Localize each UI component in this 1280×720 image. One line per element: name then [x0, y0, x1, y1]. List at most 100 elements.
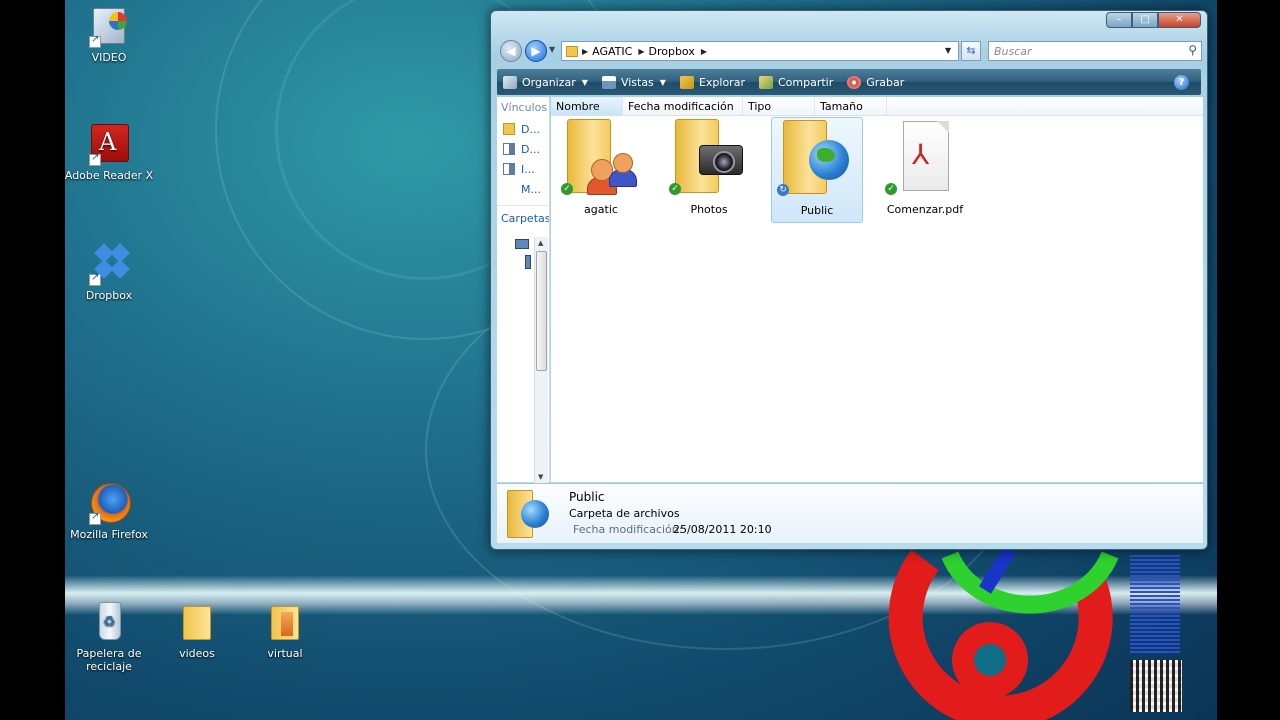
file-item-photos[interactable]: ✓ Photos [663, 117, 755, 216]
details-type: Carpeta de archivos [569, 507, 680, 520]
desktop-icon-dropbox[interactable]: Dropbox [65, 242, 154, 302]
folder-icon [503, 123, 515, 135]
desktop-icon-videos-folder[interactable]: videos [152, 600, 242, 660]
synced-check-icon: ✓ [561, 183, 573, 195]
people-icon [587, 153, 637, 195]
shortcut-arrow-icon [89, 272, 101, 286]
folders-header[interactable]: Carpetas [497, 205, 549, 225]
scroll-up-icon[interactable]: ▲ [538, 239, 543, 247]
file-name: Public [800, 204, 834, 217]
nav-link-desktop[interactable]: D... [497, 139, 549, 159]
column-header-modified[interactable]: Fecha modificación [623, 97, 743, 115]
views-icon [601, 75, 616, 89]
qr-code-graphic [1130, 660, 1182, 712]
maximize-button[interactable]: □ [1132, 12, 1158, 28]
burn-label: Grabar [866, 75, 905, 89]
shortcut-arrow-icon [89, 511, 101, 525]
address-dropdown-icon[interactable]: ▼ [945, 46, 951, 55]
recent-pages-dropdown[interactable]: ▼ [549, 45, 559, 55]
file-item-comenzar-pdf[interactable]: ⅄ ✓ Comenzar.pdf [879, 117, 971, 216]
firefox-icon [87, 481, 131, 525]
explorer-window[interactable]: – □ ✕ ◀ ▶ ▼ ▶ AGATIC ▶ Dropbox ▶ ▼ ⇆ Bus… [490, 10, 1208, 550]
public-folder-icon [507, 488, 551, 540]
search-input[interactable]: Buscar ⚲ [988, 41, 1202, 61]
scrollbar-thumb[interactable] [536, 251, 547, 371]
explore-button[interactable]: Explorar [679, 75, 745, 89]
minimize-button[interactable]: – [1106, 12, 1132, 28]
shortcut-arrow-icon [89, 152, 101, 166]
nav-link-documents[interactable]: D... [497, 119, 549, 139]
network-icon[interactable] [525, 255, 531, 269]
nav-link-music[interactable]: M... [497, 179, 549, 199]
help-icon[interactable]: ? [1174, 75, 1189, 90]
share-icon [758, 75, 773, 89]
breadcrumb-chevron-icon[interactable]: ▶ [638, 47, 644, 56]
column-header-type[interactable]: Tipo [743, 97, 815, 115]
nav-link-images[interactable]: I... [497, 159, 549, 179]
desktop-icon-virtual-folder[interactable]: virtual [240, 600, 330, 660]
computer-icon[interactable] [515, 239, 529, 249]
synced-check-icon: ✓ [885, 183, 897, 195]
file-item-public[interactable]: ↻ Public [771, 117, 863, 223]
file-list[interactable]: Nombre Fecha modificación Tipo Tamaño [551, 97, 1203, 482]
views-button[interactable]: Vistas ▼ [601, 75, 666, 89]
breadcrumb-agatic[interactable]: AGATIC [592, 45, 632, 58]
desktop-icon-label: Mozilla Firefox [70, 528, 148, 541]
photos-folder-icon: ✓ [669, 117, 749, 199]
share-button[interactable]: Compartir [758, 75, 834, 89]
links-header[interactable]: Vínculos [497, 97, 549, 119]
shared-folder-icon: ✓ [561, 117, 641, 199]
video-file-icon [87, 4, 131, 48]
forward-button[interactable]: ▶ [525, 40, 547, 62]
folder-tree [515, 239, 531, 275]
desktop-icon-label: VIDEO [91, 51, 127, 64]
search-icon[interactable]: ⚲ [1188, 43, 1197, 57]
folder-icon [566, 45, 578, 57]
explore-icon [679, 75, 694, 89]
details-name: Public [569, 490, 605, 504]
organize-button[interactable]: Organizar ▼ [503, 75, 588, 89]
document-icon [503, 163, 515, 175]
forward-arrow-icon: ▶ [531, 44, 541, 58]
file-item-agatic[interactable]: ✓ agatic [555, 117, 647, 216]
details-modified-value: 25/08/2011 20:10 [673, 523, 772, 536]
breadcrumb-dropbox[interactable]: Dropbox [648, 45, 694, 58]
burn-button[interactable]: Grabar [847, 75, 905, 89]
desktop-icon-video[interactable]: VIDEO [65, 4, 154, 64]
nav-link-label: D... [521, 122, 540, 136]
desktop-icon-firefox[interactable]: Mozilla Firefox [65, 481, 154, 541]
nav-link-label: I... [521, 162, 535, 176]
views-label: Vistas [620, 75, 654, 89]
explore-label: Explorar [698, 75, 745, 89]
burn-disc-icon [847, 75, 862, 89]
adobe-pdf-icon: ⅄ [912, 138, 930, 171]
file-name: agatic [584, 203, 618, 216]
nav-link-label: D... [521, 142, 540, 156]
breadcrumb-chevron-icon[interactable]: ▶ [701, 47, 707, 56]
dropbox-icon [87, 242, 131, 286]
desktop-icon-recycle-bin[interactable]: ♻ Papelera de reciclaje [65, 600, 154, 673]
refresh-icon: ⇆ [966, 44, 976, 57]
breadcrumb-chevron-icon[interactable]: ▶ [582, 47, 588, 56]
column-header-name[interactable]: Nombre [551, 97, 623, 115]
navigation-scrollbar[interactable]: ▲ ▼ [534, 237, 548, 483]
globe-icon [809, 140, 849, 180]
column-header-row: Nombre Fecha modificación Tipo Tamaño [551, 97, 1203, 116]
file-name: Comenzar.pdf [886, 203, 964, 216]
close-button[interactable]: ✕ [1158, 12, 1201, 28]
back-arrow-icon: ◀ [506, 44, 516, 58]
desktop-icon-label: Dropbox [85, 289, 133, 302]
address-bar[interactable]: ▶ AGATIC ▶ Dropbox ▶ [561, 41, 959, 61]
shortcut-arrow-icon [89, 34, 101, 48]
dropdown-arrow-icon: ▼ [659, 77, 666, 87]
command-bar: Organizar ▼ Vistas ▼ Explorar Compartir … [497, 69, 1201, 95]
public-folder-icon: ↻ [777, 118, 857, 200]
refresh-button[interactable]: ⇆ [961, 41, 981, 61]
window-controls: – □ ✕ [1106, 12, 1201, 28]
desktop-icon-adobe-reader[interactable]: A Adobe Reader X [65, 122, 154, 182]
back-button[interactable]: ◀ [500, 40, 522, 62]
share-label: Compartir [777, 75, 834, 89]
column-header-size[interactable]: Tamaño [815, 97, 887, 115]
desktop-icon-label: virtual [267, 647, 303, 660]
scroll-down-icon[interactable]: ▼ [538, 473, 543, 481]
